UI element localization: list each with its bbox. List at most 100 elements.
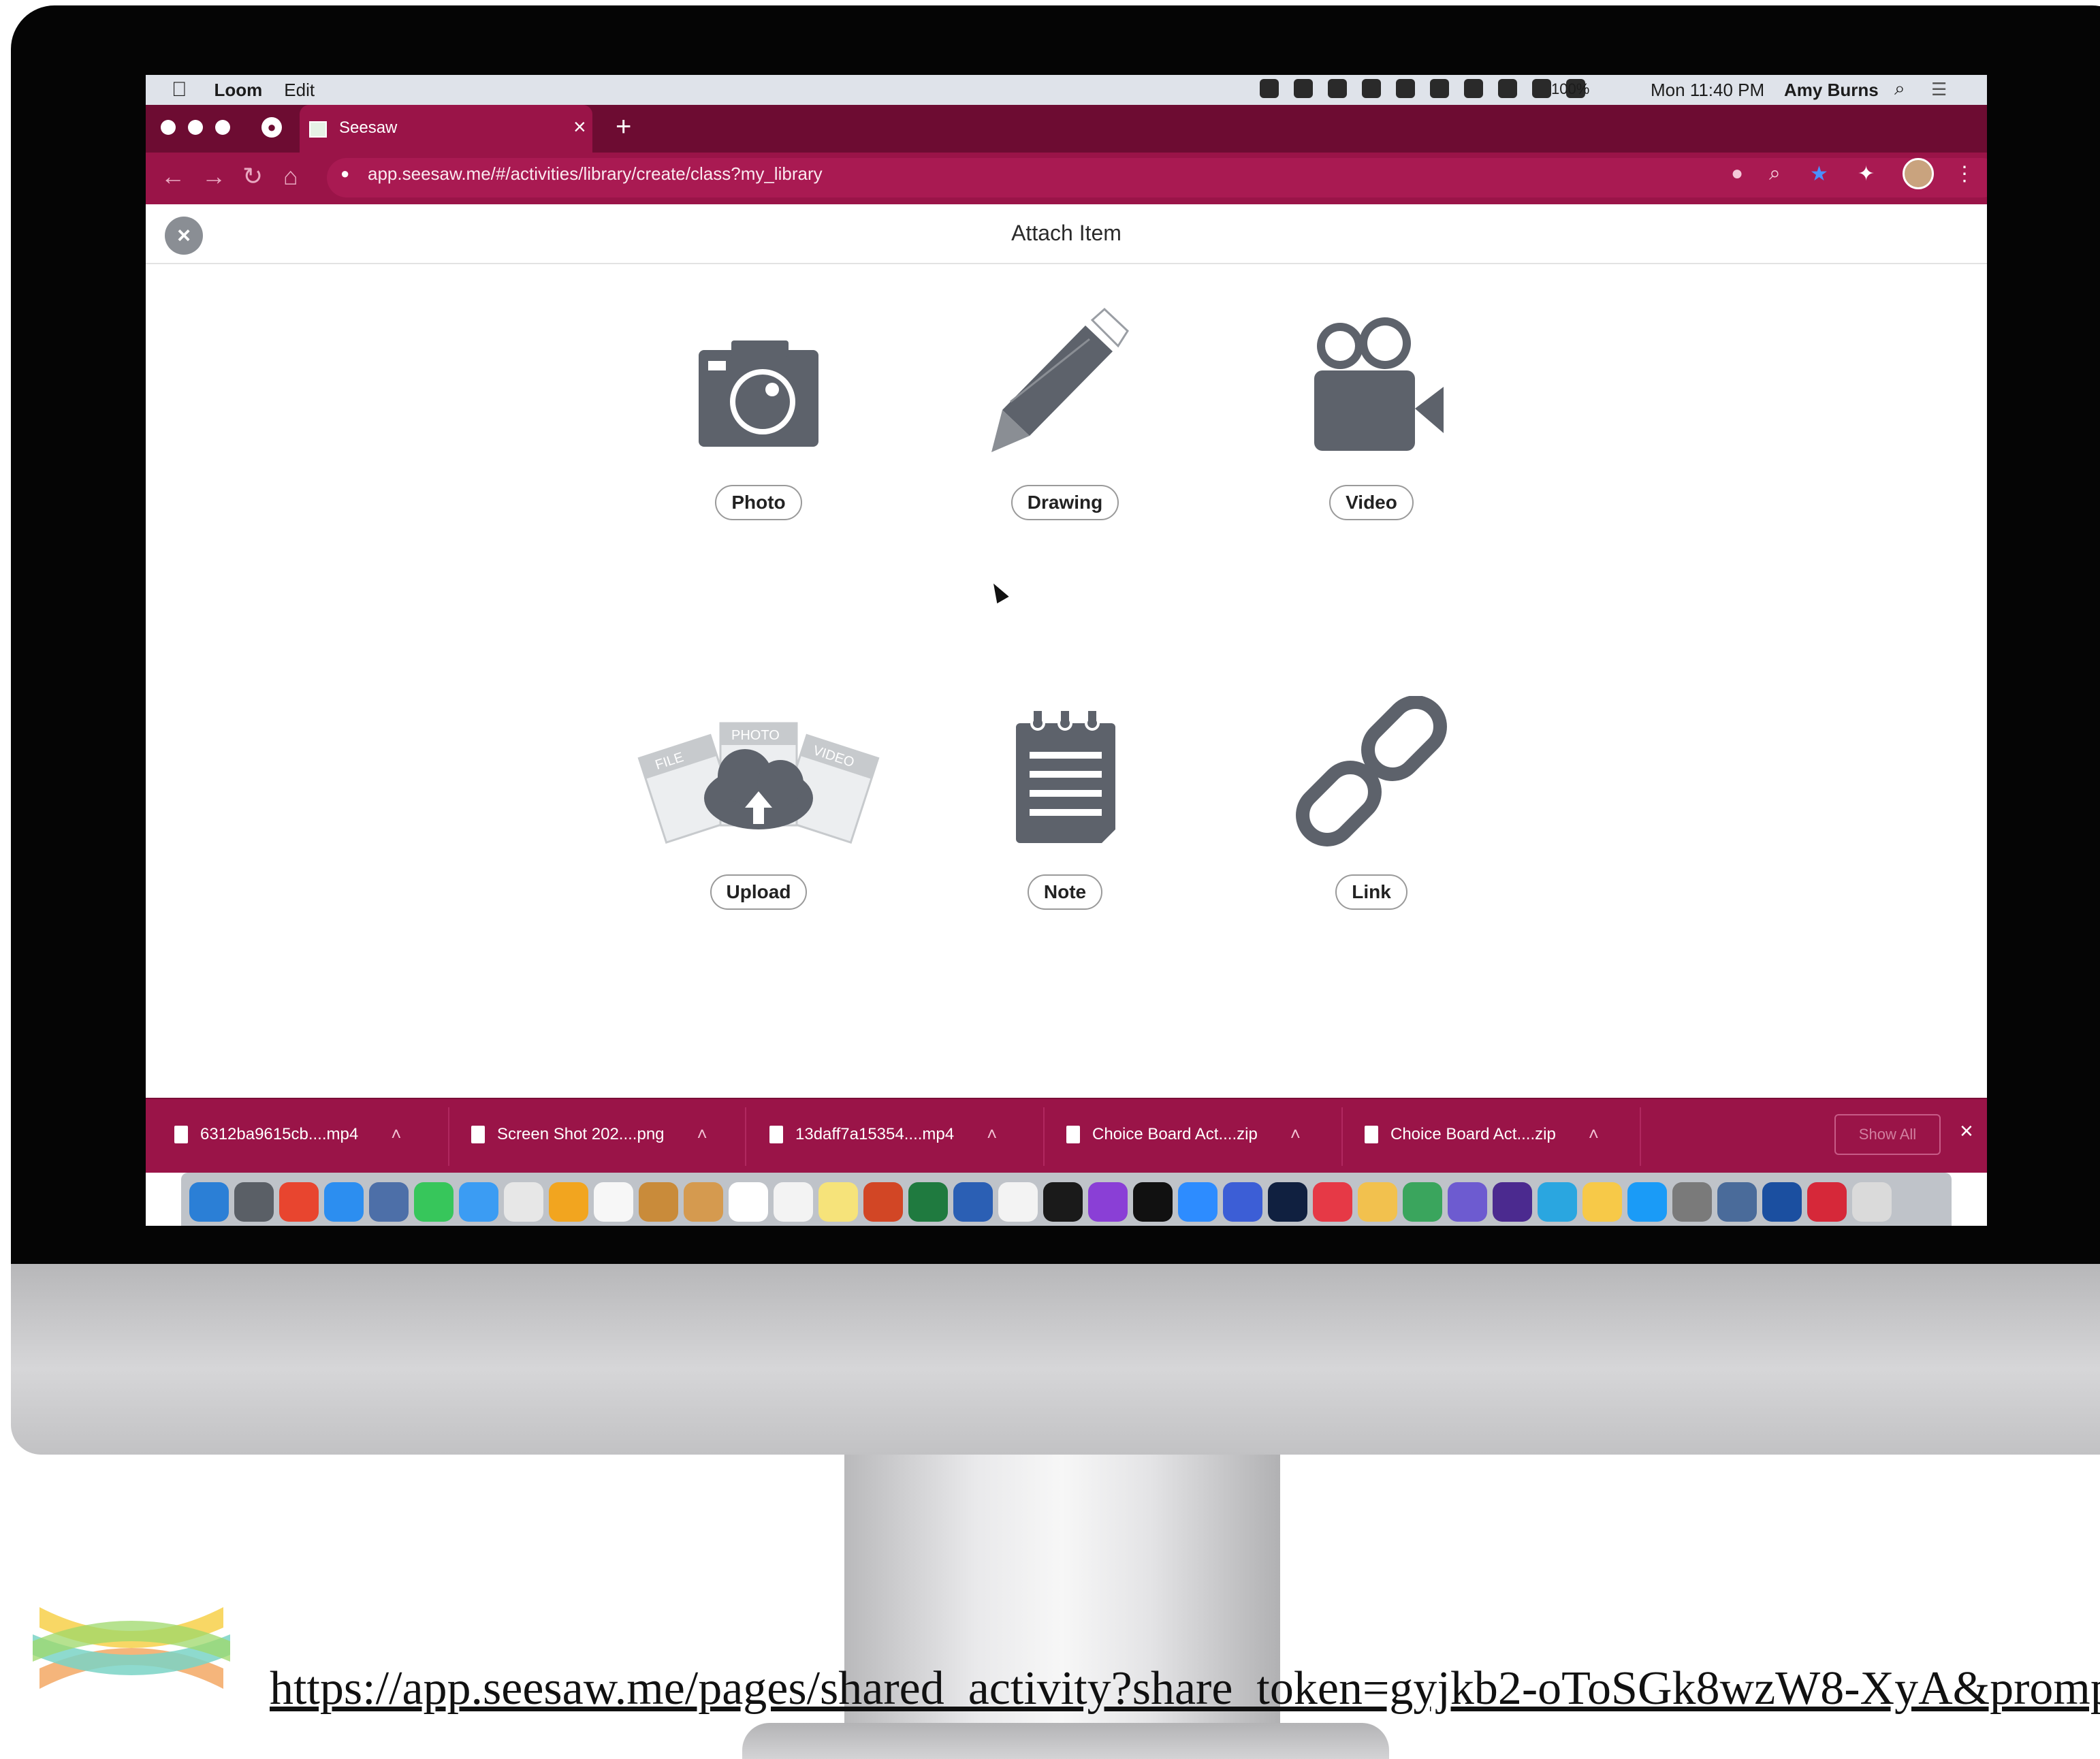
option-photo[interactable]: Photo xyxy=(636,306,881,520)
dock-app-icon[interactable] xyxy=(414,1182,454,1222)
status-icon[interactable] xyxy=(1464,79,1483,98)
chevron-up-icon[interactable]: ˄ xyxy=(697,1124,707,1145)
tab-close-icon[interactable]: × xyxy=(573,114,586,140)
video-camera-icon[interactable] xyxy=(1249,306,1494,477)
dock-app-icon[interactable] xyxy=(1268,1182,1307,1222)
new-tab-button[interactable]: + xyxy=(616,112,631,142)
download-item[interactable]: 6312ba9615cb....mp4 ˄ xyxy=(174,1124,401,1145)
dock-app-icon[interactable] xyxy=(1448,1182,1487,1222)
download-filename[interactable]: 6312ba9615cb....mp4 xyxy=(200,1125,358,1144)
status-icon[interactable] xyxy=(1260,79,1279,98)
dock-app-icon[interactable] xyxy=(1313,1182,1352,1222)
status-icon[interactable] xyxy=(1328,79,1347,98)
dock-app-icon[interactable] xyxy=(234,1182,274,1222)
option-drawing[interactable]: Drawing xyxy=(942,306,1188,520)
dock-app-icon[interactable] xyxy=(459,1182,498,1222)
menubar-user[interactable]: Amy Burns xyxy=(1784,80,1879,101)
extensions-puzzle-icon[interactable]: ✦ xyxy=(1858,162,1875,186)
window-close-dot[interactable] xyxy=(161,120,176,135)
close-button[interactable]: × xyxy=(165,217,203,255)
dock-app-icon[interactable] xyxy=(863,1182,903,1222)
option-label[interactable]: Link xyxy=(1335,874,1407,910)
dock-app-icon[interactable] xyxy=(1358,1182,1397,1222)
download-item[interactable]: Choice Board Act....zip ˄ xyxy=(1365,1124,1599,1145)
option-label[interactable]: Upload xyxy=(710,874,808,910)
chevron-up-icon[interactable]: ˄ xyxy=(987,1124,997,1145)
option-video[interactable]: Video xyxy=(1249,306,1494,520)
address-bar-url[interactable]: app.seesaw.me/#/activities/library/creat… xyxy=(368,163,823,185)
share-link[interactable]: https://app.seesaw.me/pages/shared_activ… xyxy=(270,1662,2100,1716)
dock-app-icon[interactable] xyxy=(1672,1182,1712,1222)
dock-app-icon[interactable] xyxy=(908,1182,948,1222)
dock-app-icon[interactable] xyxy=(729,1182,768,1222)
notepad-icon[interactable] xyxy=(942,696,1188,866)
option-upload[interactable]: FILE VIDEO PHOTO Upload xyxy=(636,696,881,910)
download-item[interactable]: 13daff7a15354....mp4 ˄ xyxy=(769,1124,997,1145)
status-icon[interactable] xyxy=(1362,79,1381,98)
dock-app-icon[interactable] xyxy=(504,1182,543,1222)
lock-icon[interactable]: ● xyxy=(340,165,349,183)
chain-link-icon[interactable] xyxy=(1249,695,1494,866)
zoom-icon[interactable]: ⌕ xyxy=(1769,162,1781,185)
dock-app-icon[interactable] xyxy=(953,1182,993,1222)
reload-icon[interactable]: ↻ xyxy=(242,162,263,191)
dock-app-icon[interactable] xyxy=(1627,1182,1667,1222)
dock-app-icon[interactable] xyxy=(189,1182,229,1222)
dock-app-icon[interactable] xyxy=(549,1182,588,1222)
back-arrow-icon[interactable]: ← xyxy=(161,162,185,191)
profile-avatar[interactable] xyxy=(1903,158,1934,189)
dock-app-icon[interactable] xyxy=(998,1182,1038,1222)
window-minimize-dot[interactable] xyxy=(188,120,203,135)
status-icon[interactable] xyxy=(1430,79,1449,98)
dock-app-icon[interactable] xyxy=(1043,1182,1083,1222)
downloads-close-icon[interactable]: × xyxy=(1960,1118,1973,1145)
home-icon[interactable]: ⌂ xyxy=(283,162,298,191)
menubar-clock[interactable]: Mon 11:40 PM xyxy=(1651,80,1764,101)
dock-app-icon[interactable] xyxy=(684,1182,723,1222)
show-all-button[interactable]: Show All xyxy=(1834,1114,1941,1155)
dock-app-icon[interactable] xyxy=(1088,1182,1128,1222)
cloud-upload-icon[interactable]: FILE VIDEO PHOTO xyxy=(636,696,881,866)
download-filename[interactable]: Choice Board Act....zip xyxy=(1092,1125,1258,1144)
pencil-icon[interactable] xyxy=(942,306,1188,477)
battery-percent[interactable]: 100% xyxy=(1551,80,1589,98)
dock-app-icon[interactable] xyxy=(774,1182,813,1222)
dock-app-icon[interactable] xyxy=(1223,1182,1262,1222)
download-item[interactable]: Choice Board Act....zip ˄ xyxy=(1066,1124,1301,1145)
download-item[interactable]: Screen Shot 202....png ˄ xyxy=(471,1124,707,1145)
status-icon[interactable] xyxy=(1396,79,1415,98)
dock-app-icon[interactable] xyxy=(639,1182,678,1222)
dock-app-icon[interactable] xyxy=(594,1182,633,1222)
option-label[interactable]: Video xyxy=(1329,485,1414,520)
apple-menu-icon[interactable]:  xyxy=(172,78,187,101)
globe-icon[interactable]: ● xyxy=(261,117,282,138)
option-link[interactable]: Link xyxy=(1249,695,1494,910)
dock-app-icon[interactable] xyxy=(1133,1182,1173,1222)
dock-app-icon[interactable] xyxy=(369,1182,409,1222)
chevron-up-icon[interactable]: ˄ xyxy=(1589,1124,1599,1145)
dock-app-icon[interactable] xyxy=(324,1182,364,1222)
dock-app-icon[interactable] xyxy=(1807,1182,1847,1222)
dock-app-icon[interactable] xyxy=(818,1182,858,1222)
status-icon[interactable] xyxy=(1294,79,1313,98)
spotlight-search-icon[interactable]: ⌕ xyxy=(1894,78,1905,100)
bookmark-star-icon[interactable]: ★ xyxy=(1810,162,1828,186)
window-zoom-dot[interactable] xyxy=(215,120,230,135)
dock-app-icon[interactable] xyxy=(1538,1182,1577,1222)
forward-arrow-icon[interactable]: → xyxy=(202,162,226,191)
menu-edit[interactable]: Edit xyxy=(284,80,315,101)
menu-app-name[interactable]: Loom xyxy=(214,80,263,101)
option-note[interactable]: Note xyxy=(942,696,1188,910)
chrome-menu-icon[interactable]: ⋮ xyxy=(1954,162,1975,186)
dock-app-icon[interactable] xyxy=(1493,1182,1532,1222)
chevron-up-icon[interactable]: ˄ xyxy=(391,1124,401,1145)
camera-icon[interactable] xyxy=(636,306,881,477)
option-label[interactable]: Photo xyxy=(715,485,802,520)
wifi-icon[interactable] xyxy=(1532,79,1551,98)
dock-app-icon[interactable] xyxy=(1717,1182,1757,1222)
dock-app-icon[interactable] xyxy=(1178,1182,1218,1222)
download-filename[interactable]: Screen Shot 202....png xyxy=(497,1125,665,1144)
dock-app-icon[interactable] xyxy=(1852,1182,1892,1222)
dock-app-icon[interactable] xyxy=(1582,1182,1622,1222)
dock-app-icon[interactable] xyxy=(1762,1182,1802,1222)
